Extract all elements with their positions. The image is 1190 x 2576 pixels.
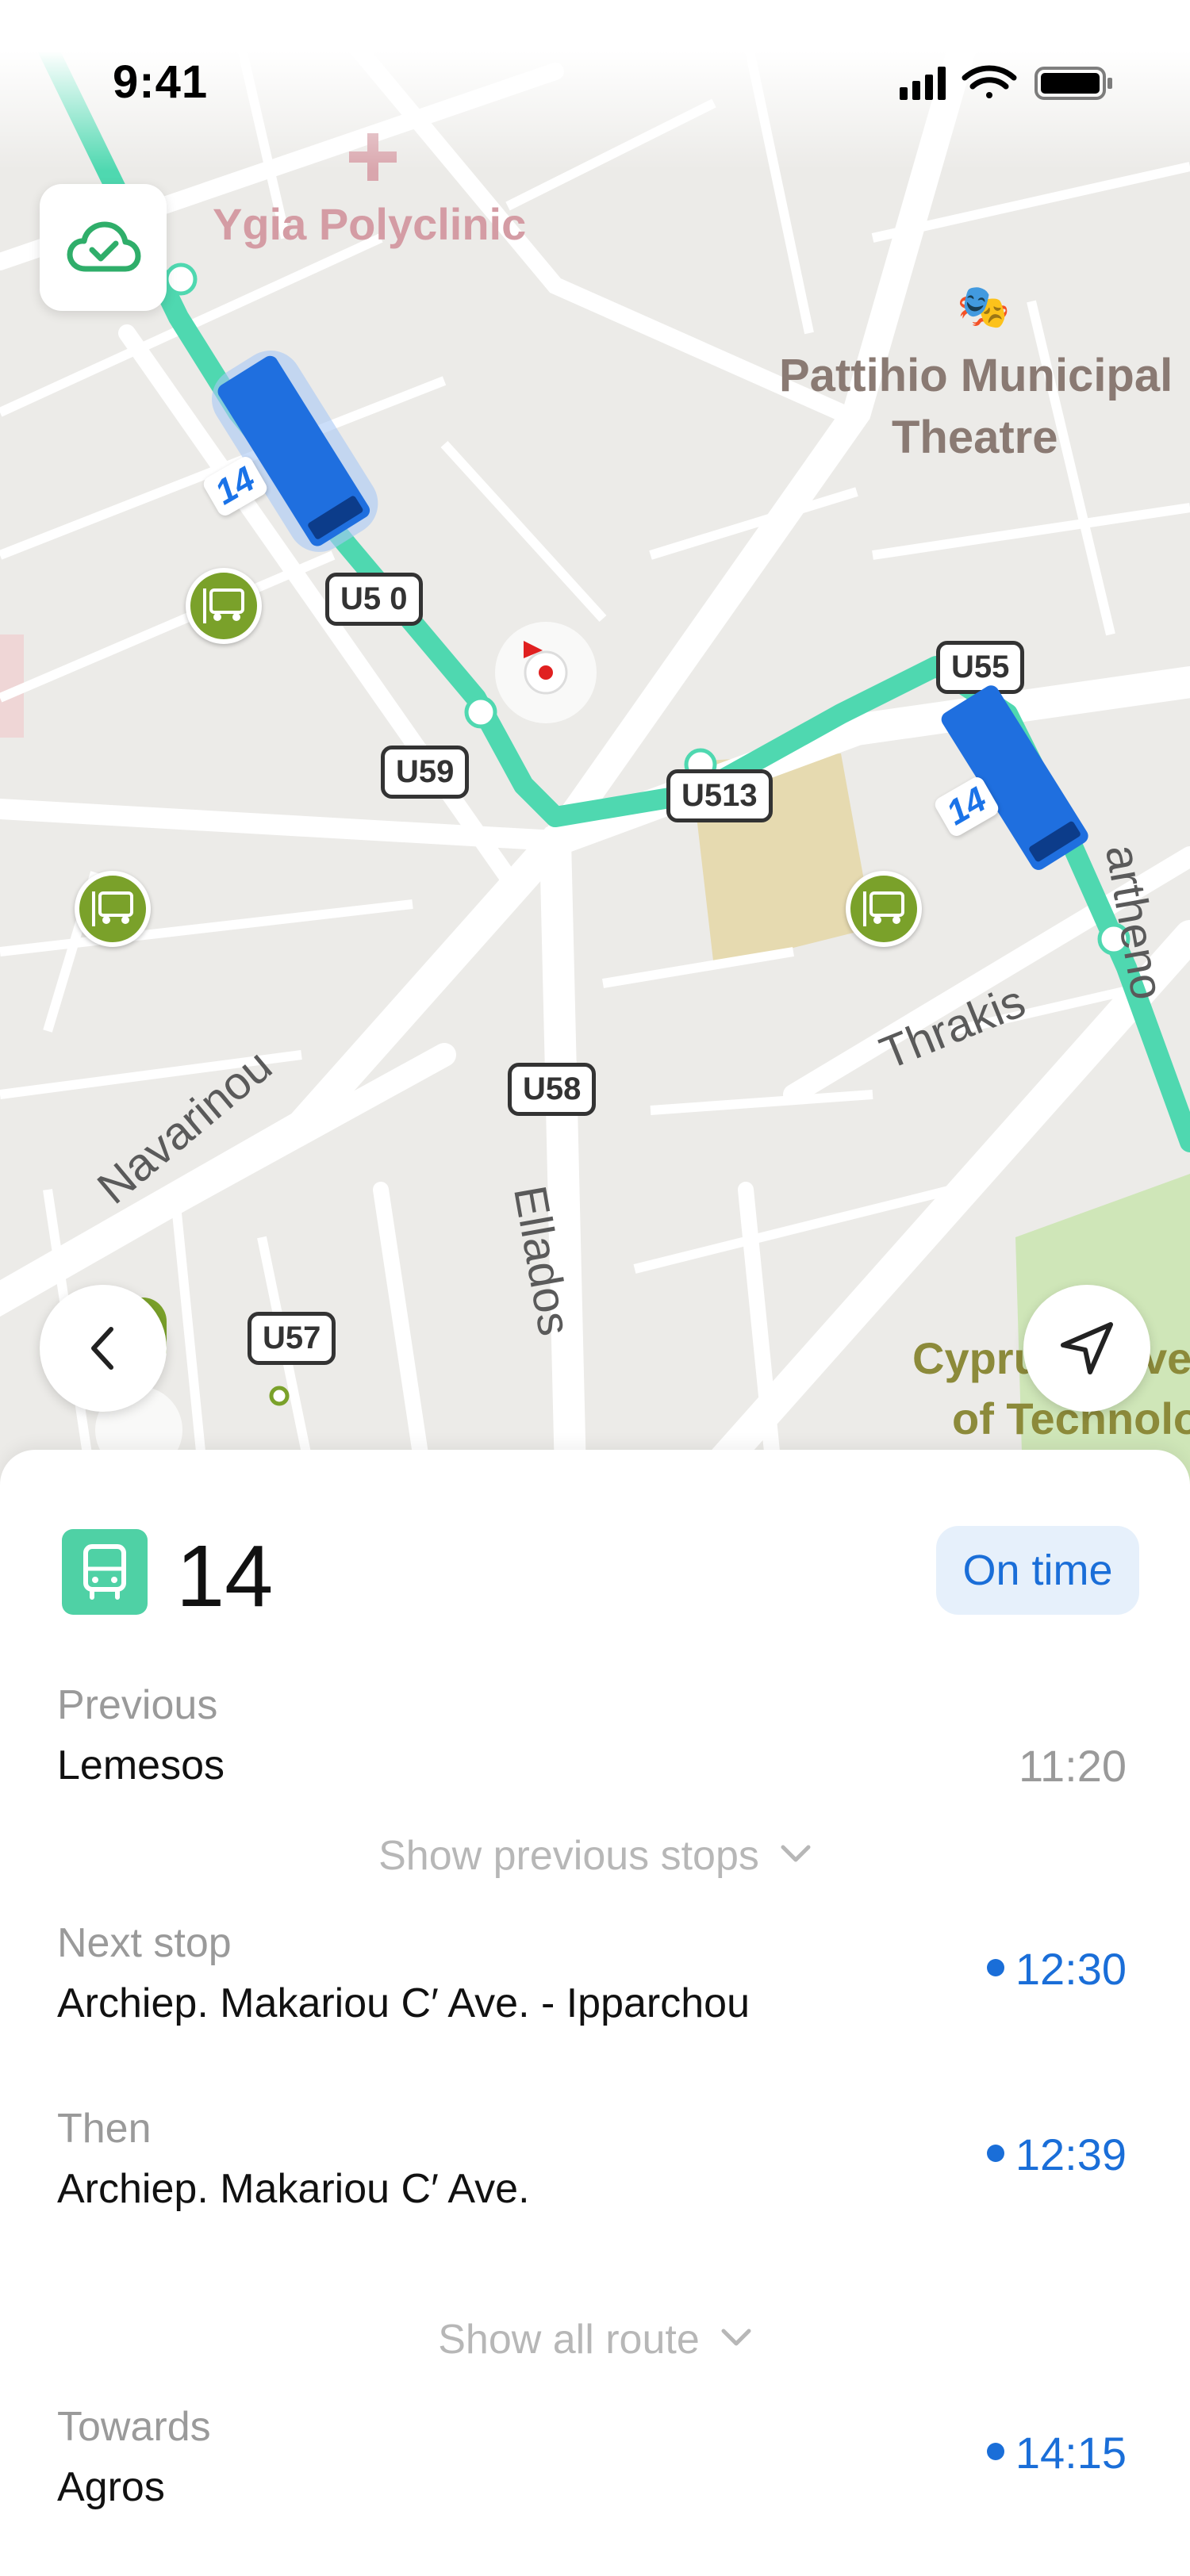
- chevron-left-icon: [91, 1327, 113, 1370]
- live-dot: [986, 1959, 1004, 1977]
- previous-stop-name: Lemesos: [57, 1742, 225, 1788]
- bus-stop-icon[interactable]: [75, 871, 151, 947]
- battery-icon: [1035, 67, 1112, 100]
- chevron-down-icon: [781, 1845, 811, 1862]
- status-time: 9:41: [113, 56, 209, 108]
- bus-stop-icon[interactable]: [846, 871, 922, 947]
- show-all-route-toggle[interactable]: Show all route: [0, 2316, 1190, 2363]
- then-stop-time-value: 12:39: [1015, 2129, 1127, 2179]
- bus-icon: [62, 1529, 148, 1615]
- show-all-route-label: Show all route: [438, 2317, 700, 2363]
- wifi-icon: [962, 65, 1017, 98]
- place-label-theatre-line2: Theatre: [892, 412, 1058, 463]
- next-stop-time: 12:30: [986, 1943, 1127, 1995]
- show-previous-stops-toggle[interactable]: Show previous stops: [0, 1832, 1190, 1880]
- route-number: 14: [176, 1528, 274, 1625]
- next-stop-name: Archiep. Makariou C′ Ave. - Ipparchou: [57, 1980, 750, 2026]
- towards-stop-name: Agros: [57, 2464, 165, 2510]
- road-shield: U5 0: [325, 573, 423, 626]
- theatre-icon: 🎭: [957, 283, 1011, 331]
- road-shield: U57: [248, 1312, 336, 1365]
- place-label-theatre: Pattihio Municipal: [779, 350, 1173, 401]
- locate-me-button[interactable]: [1023, 1285, 1150, 1412]
- towards-stop-time-value: 14:15: [1015, 2428, 1127, 2478]
- signal-icon: [900, 67, 946, 100]
- bus-marker[interactable]: [928, 674, 1103, 880]
- then-caption: Then: [57, 2106, 152, 2152]
- towards-stop-time: 14:15: [986, 2427, 1127, 2478]
- bus-stop-icon[interactable]: [186, 568, 262, 644]
- cloud-check-icon: [67, 221, 141, 272]
- route-details-sheet[interactable]: 14 On time Previous Lemesos 11:20 Show p…: [0, 1450, 1190, 2576]
- show-previous-stops-label: Show previous stops: [378, 1833, 759, 1879]
- back-button[interactable]: [40, 1285, 167, 1412]
- live-dot: [986, 2443, 1004, 2461]
- status-bar: 9:41: [0, 0, 1190, 171]
- next-stop-time-value: 12:30: [1015, 1944, 1127, 1994]
- previous-caption: Previous: [57, 1682, 218, 1728]
- place-label-polyclinic: Ygia Polyclinic: [213, 199, 527, 249]
- next-stop-caption: Next stop: [57, 1920, 232, 1966]
- road-shield: U59: [381, 746, 470, 799]
- map-view[interactable]: Ygia Polyclinic Pattihio Municipal Theat…: [0, 0, 1190, 1507]
- road-shield: U513: [666, 769, 773, 822]
- then-stop-name: Archiep. Makariou C′ Ave.: [57, 2166, 530, 2212]
- chevron-down-icon: [721, 2329, 751, 2346]
- towards-caption: Towards: [57, 2404, 211, 2450]
- status-badge: On time: [936, 1526, 1139, 1615]
- then-stop-time: 12:39: [986, 2129, 1127, 2180]
- live-dot: [986, 2145, 1004, 2163]
- bus-marker[interactable]: [190, 333, 397, 571]
- offline-sync-button[interactable]: [40, 184, 167, 311]
- navigation-arrow-icon: [1061, 1322, 1113, 1374]
- status-indicators: [900, 65, 1112, 100]
- previous-stop-time: 11:20: [1019, 1741, 1127, 1791]
- place-label-university: Cypru: [912, 1333, 1041, 1383]
- road-shield: U58: [508, 1063, 597, 1116]
